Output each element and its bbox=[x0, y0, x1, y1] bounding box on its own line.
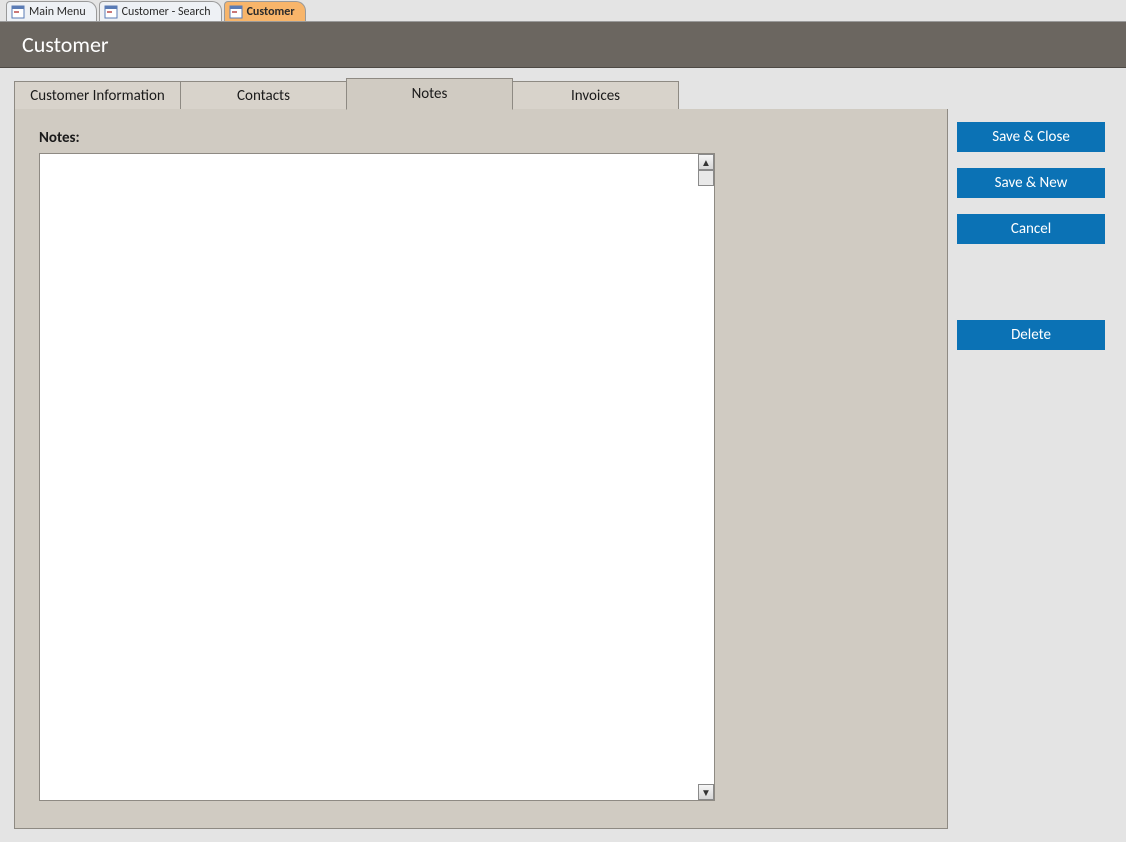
notes-textarea[interactable] bbox=[39, 153, 715, 801]
tab-label: Contacts bbox=[237, 87, 290, 105]
action-button-panel: Save & Close Save & New Cancel Delete bbox=[949, 68, 1126, 842]
tab-customer-information[interactable]: Customer Information bbox=[14, 81, 181, 110]
doc-tab-label: Customer bbox=[247, 5, 295, 19]
workspace: Customer Information Contacts Notes Invo… bbox=[0, 68, 1126, 842]
tab-label: Customer Information bbox=[30, 87, 165, 105]
tab-notes[interactable]: Notes bbox=[346, 78, 513, 110]
scroll-thumb[interactable] bbox=[698, 170, 714, 186]
tab-contacts[interactable]: Contacts bbox=[180, 81, 347, 110]
doc-tab-label: Main Menu bbox=[29, 5, 86, 19]
notes-label: Notes: bbox=[39, 129, 927, 147]
doc-tab-main-menu[interactable]: Main Menu bbox=[6, 1, 97, 21]
delete-button[interactable]: Delete bbox=[957, 320, 1105, 350]
doc-tab-customer-search[interactable]: Customer - Search bbox=[99, 1, 222, 21]
form-title: Customer bbox=[22, 31, 109, 58]
tab-control: Customer Information Contacts Notes Invo… bbox=[14, 78, 948, 829]
notes-field-wrap: ▲ ▼ bbox=[39, 153, 715, 801]
doc-tab-customer[interactable]: Customer bbox=[224, 1, 306, 21]
scroll-down-button[interactable]: ▼ bbox=[698, 784, 714, 800]
tab-label: Notes bbox=[412, 85, 448, 103]
tab-label: Invoices bbox=[571, 87, 620, 105]
cancel-button[interactable]: Cancel bbox=[957, 214, 1105, 244]
document-tab-strip: Main Menu Customer - Search Customer bbox=[0, 0, 1126, 22]
scroll-up-button[interactable]: ▲ bbox=[698, 154, 714, 170]
form-area: Customer Information Contacts Notes Invo… bbox=[0, 68, 949, 842]
tab-invoices[interactable]: Invoices bbox=[512, 81, 679, 110]
save-close-button[interactable]: Save & Close bbox=[957, 122, 1105, 152]
save-new-button[interactable]: Save & New bbox=[957, 168, 1105, 198]
form-title-bar: Customer bbox=[0, 22, 1126, 68]
doc-tab-label: Customer - Search bbox=[122, 5, 211, 19]
tab-strip: Customer Information Contacts Notes Invo… bbox=[14, 78, 948, 110]
form-icon bbox=[229, 5, 243, 19]
form-icon bbox=[104, 5, 118, 19]
tab-page-notes: Notes: ▲ ▼ bbox=[14, 109, 948, 829]
form-icon bbox=[11, 5, 25, 19]
